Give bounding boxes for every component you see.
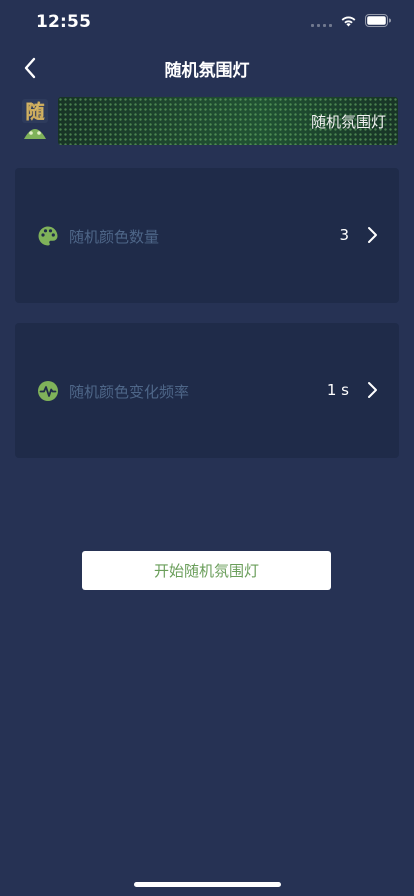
navigation-bar: 随机氛围灯 <box>0 46 414 90</box>
pulse-icon <box>38 381 58 401</box>
status-icons <box>311 14 392 27</box>
color-count-setting[interactable]: 随机颜色数量 3 <box>15 168 399 303</box>
mascot-char: 随 <box>25 100 44 123</box>
banner-image: 随机氛围灯 <box>58 97 398 145</box>
color-count-value: 3 <box>339 226 349 244</box>
status-bar: 12:55 <box>0 0 414 46</box>
banner-row: 随 随机氛围灯 <box>20 97 398 145</box>
palette-icon <box>38 226 58 246</box>
start-random-ambient-light-button[interactable]: 开始随机氛围灯 <box>82 551 331 590</box>
wifi-icon <box>341 16 356 26</box>
banner-title: 随机氛围灯 <box>310 113 386 131</box>
mascot-icon: 随 <box>22 99 48 139</box>
page-title: 随机氛围灯 <box>164 61 250 81</box>
change-frequency-label: 随机颜色变化频率 <box>69 383 190 401</box>
cellular-signal-icon <box>311 15 332 27</box>
home-indicator <box>134 882 281 887</box>
color-count-label: 随机颜色数量 <box>69 228 160 246</box>
battery-icon <box>365 14 391 27</box>
status-time: 12:55 <box>36 12 92 32</box>
chevron-right-icon <box>368 227 377 243</box>
change-frequency-setting[interactable]: 随机颜色变化频率 1 s <box>15 323 399 458</box>
chevron-right-icon <box>368 382 377 398</box>
change-frequency-value: 1 s <box>326 381 349 399</box>
